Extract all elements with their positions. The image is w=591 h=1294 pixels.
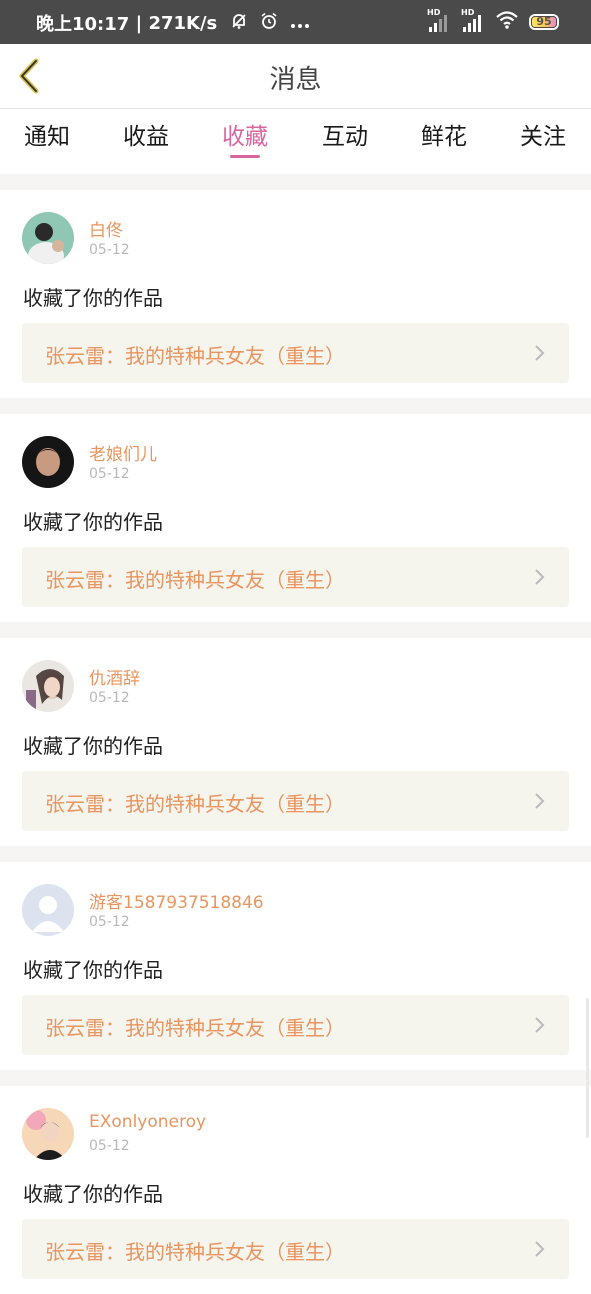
battery-icon: 95 — [529, 14, 559, 30]
status-time: 晚上10:17 — [36, 14, 130, 35]
work-title: 张云雷：我的特种兵女友（重生） — [45, 1016, 345, 1040]
status-bar: 晚上10:17 | 271K/s HD HD 95 — [0, 0, 591, 44]
status-divider: | — [135, 12, 143, 34]
divider — [0, 622, 591, 638]
tab-bar: 通知 收益 收藏 互动 鲜花 关注 — [0, 109, 591, 169]
work-link[interactable]: 张云雷：我的特种兵女友（重生） — [22, 771, 569, 831]
work-link[interactable]: 张云雷：我的特种兵女友（重生） — [22, 995, 569, 1055]
divider — [0, 846, 591, 862]
chevron-right-icon — [535, 345, 545, 361]
tab-earnings[interactable]: 收益 — [123, 117, 169, 151]
tab-flowers[interactable]: 鲜花 — [421, 117, 467, 151]
avatar[interactable] — [22, 1108, 74, 1160]
tab-favorites[interactable]: 收藏 — [222, 117, 268, 158]
date: 05-12 — [89, 242, 130, 258]
list-item: 仇酒辞 05-12 收藏了你的作品 张云雷：我的特种兵女友（重生） — [0, 638, 591, 846]
signal-icon-2: HD — [461, 8, 485, 32]
bell-off-icon — [230, 12, 248, 35]
nav-bar: 消息 — [0, 44, 591, 109]
date: 05-12 — [89, 466, 130, 482]
wifi-icon — [495, 10, 519, 34]
alarm-icon — [260, 12, 278, 35]
active-tab-indicator — [230, 155, 260, 158]
action-text: 收藏了你的作品 — [23, 286, 163, 310]
date: 05-12 — [89, 1138, 130, 1154]
tab-favorites-label: 收藏 — [222, 124, 268, 150]
user-name[interactable]: EXonlyoneroy — [89, 1112, 206, 1132]
work-title: 张云雷：我的特种兵女友（重生） — [45, 1240, 345, 1264]
user-name[interactable]: 老娘们儿 — [89, 440, 157, 465]
work-title: 张云雷：我的特种兵女友（重生） — [45, 568, 345, 592]
user-name[interactable]: 仇酒辞 — [89, 664, 140, 689]
signal-icon: HD — [427, 8, 451, 32]
date: 05-12 — [89, 690, 130, 706]
user-name[interactable]: 游客1587937518846 — [89, 888, 264, 913]
work-link[interactable]: 张云雷：我的特种兵女友（重生） — [22, 547, 569, 607]
action-text: 收藏了你的作品 — [23, 734, 163, 758]
chevron-right-icon — [535, 1017, 545, 1033]
action-text: 收藏了你的作品 — [23, 510, 163, 534]
work-title: 张云雷：我的特种兵女友（重生） — [45, 344, 345, 368]
chevron-right-icon — [535, 793, 545, 809]
work-link[interactable]: 张云雷：我的特种兵女友（重生） — [22, 323, 569, 383]
work-title: 张云雷：我的特种兵女友（重生） — [45, 792, 345, 816]
avatar[interactable] — [22, 212, 74, 264]
tab-notifications[interactable]: 通知 — [24, 117, 70, 151]
more-dots-icon — [290, 13, 310, 34]
work-link[interactable]: 张云雷：我的特种兵女友（重生） — [22, 1219, 569, 1279]
tab-follow[interactable]: 关注 — [520, 117, 566, 151]
divider — [0, 398, 591, 414]
chevron-right-icon — [535, 569, 545, 585]
status-left: 晚上10:17 | 271K/s — [36, 10, 310, 36]
user-name[interactable]: 白佟 — [89, 216, 123, 241]
avatar[interactable] — [22, 436, 74, 488]
default-avatar[interactable] — [22, 884, 74, 936]
chevron-right-icon — [535, 1241, 545, 1257]
scrollbar[interactable] — [586, 998, 589, 1138]
status-speed: 271K/s — [148, 12, 218, 34]
date: 05-12 — [89, 914, 130, 930]
tab-interaction[interactable]: 互动 — [322, 117, 368, 151]
list-item: 老娘们儿 05-12 收藏了你的作品 张云雷：我的特种兵女友（重生） — [0, 414, 591, 622]
status-right: HD HD 95 — [427, 8, 559, 34]
divider — [0, 174, 591, 190]
action-text: 收藏了你的作品 — [23, 1182, 163, 1206]
list-item: 游客1587937518846 05-12 收藏了你的作品 张云雷：我的特种兵女… — [0, 862, 591, 1070]
divider — [0, 1070, 591, 1086]
page-title: 消息 — [269, 65, 322, 95]
list-item: EXonlyoneroy 05-12 收藏了你的作品 张云雷：我的特种兵女友（重… — [0, 1086, 591, 1294]
avatar[interactable] — [22, 660, 74, 712]
list-item: 白佟 05-12 收藏了你的作品 张云雷：我的特种兵女友（重生） — [0, 190, 591, 398]
action-text: 收藏了你的作品 — [23, 958, 163, 982]
